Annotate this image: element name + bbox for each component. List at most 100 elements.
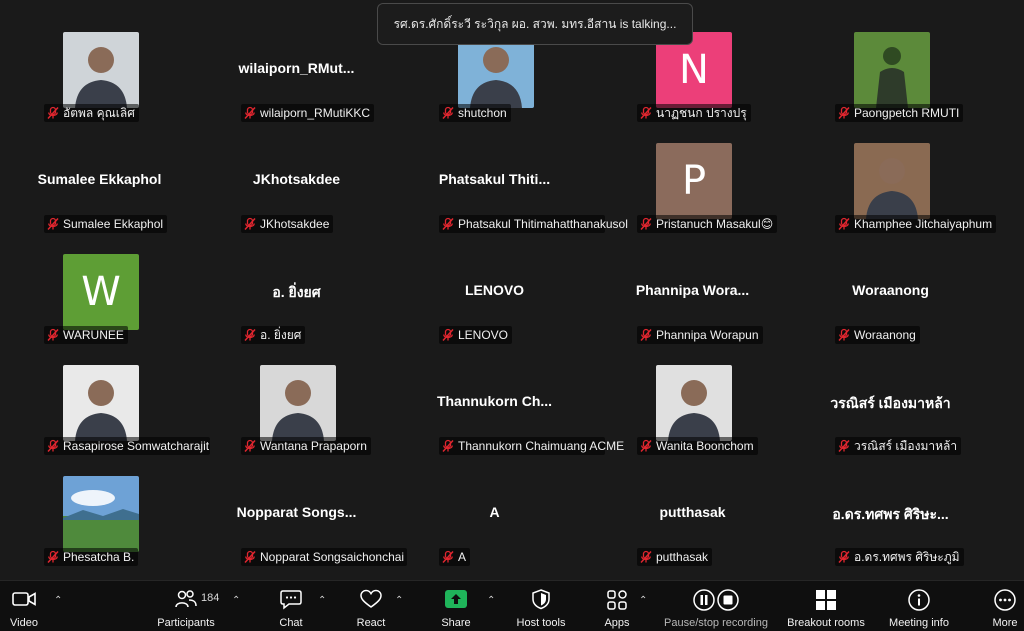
participant-name: Nopparat Songsaichonchai — [260, 550, 405, 564]
participants-label: Participants — [157, 617, 215, 629]
react-label: React — [356, 617, 386, 629]
participant-display-name: Woraanong — [852, 282, 929, 298]
participant-display-name: Sumalee Ekkaphol — [37, 171, 162, 187]
apps-button[interactable]: Apps — [598, 581, 636, 631]
participant-display-name: Thannukorn Ch... — [436, 393, 553, 409]
participant-count: 184 — [201, 592, 220, 604]
breakout-rooms-icon — [816, 590, 836, 610]
video-camera-icon — [12, 592, 36, 606]
participant-tile[interactable]: JKhotsakdee JKhotsakdee — [198, 111, 395, 233]
participant-tile[interactable]: Thannukorn Ch... Thannukorn Chaimuang ACM… — [396, 333, 624, 455]
host-tools-button[interactable]: Host tools — [512, 581, 570, 631]
chat-options-caret[interactable]: ⌃ — [318, 595, 326, 606]
participant-tile[interactable]: อ. ยิ่งยศ อ. ยิ่งยศ — [198, 222, 395, 344]
participant-name: Phesatcha B. — [63, 550, 135, 564]
participant-tile[interactable]: Rasapirose Somwatcharajit — [1, 333, 210, 455]
participant-tile[interactable]: W WARUNEE — [1, 222, 198, 344]
pause-stop-recording-icon — [693, 589, 739, 611]
meeting-info-label: Meeting info — [889, 617, 949, 629]
meeting-toolbar: Video ⌃ Participants 184 ⌃ Chat ⌃ React … — [0, 580, 1024, 631]
participant-tile[interactable]: Wantana Prapaporn — [198, 333, 395, 455]
participant-photo — [854, 143, 930, 219]
apps-icon — [607, 590, 627, 610]
mic-muted-icon — [639, 550, 653, 564]
participant-tile[interactable]: Paongpetch RMUTI — [792, 0, 989, 122]
participant-tile[interactable]: Woraanong Woraanong — [792, 222, 989, 344]
participant-photo — [854, 32, 930, 108]
participant-name-label: A — [439, 548, 471, 566]
share-options-caret[interactable]: ⌃ — [487, 595, 495, 606]
more-button[interactable]: More — [986, 581, 1024, 631]
participant-display-name: putthasak — [659, 504, 726, 520]
participant-photo — [63, 476, 139, 552]
participant-display-name: JKhotsakdee — [252, 171, 341, 187]
host-tools-label: Host tools — [516, 617, 566, 629]
apps-options-caret[interactable]: ⌃ — [639, 595, 647, 606]
participant-display-name: A — [489, 504, 500, 520]
participant-initial-avatar: W — [63, 254, 139, 330]
participant-tile[interactable]: Nopparat Songs... Nopparat Songsaichoncha… — [198, 444, 407, 566]
mic-muted-icon — [243, 550, 257, 564]
participant-tile[interactable]: LENOVO LENOVO — [396, 222, 593, 344]
active-speaker-banner: รศ.ดร.ศักดิ์ระวี ระวิกุล ผอ. สวพ. มทร.อี… — [377, 3, 693, 45]
info-icon — [908, 589, 930, 611]
share-label: Share — [441, 617, 471, 629]
recording-label: Pause/stop recording — [664, 617, 768, 629]
breakout-rooms-button[interactable]: Breakout rooms — [782, 581, 870, 631]
more-dots-icon — [994, 589, 1016, 611]
participant-name-label: Phesatcha B. — [44, 548, 139, 566]
breakout-rooms-label: Breakout rooms — [787, 617, 865, 629]
participant-tile[interactable]: Phatsakul Thiti... Phatsakul Thitimahatth… — [396, 111, 628, 233]
share-screen-icon — [445, 590, 467, 608]
participants-options-caret[interactable]: ⌃ — [232, 595, 240, 606]
meeting-info-button[interactable]: Meeting info — [884, 581, 954, 631]
video-button[interactable]: Video — [0, 581, 48, 631]
participant-display-name: อ. ยิ่งยศ — [272, 284, 321, 300]
mic-muted-icon — [46, 550, 60, 564]
heart-icon — [360, 589, 382, 608]
chat-icon — [280, 590, 302, 610]
participant-display-name: วรณิสร์ เมืองมาหล้า — [830, 395, 951, 411]
participant-tile[interactable]: AA — [396, 444, 593, 566]
participant-display-name: Phatsakul Thiti... — [438, 171, 551, 187]
participant-tile[interactable]: Phesatcha B. — [1, 444, 198, 566]
react-button[interactable]: React — [350, 581, 392, 631]
participant-photo — [260, 365, 336, 441]
participant-tile[interactable]: อัตพล คุณเลิศ — [1, 0, 198, 122]
participant-tile[interactable]: Khamphee Jitchaiyaphum — [792, 111, 997, 233]
participant-tile[interactable]: อ.ดร.ทศพร ศิริษะ... อ.ดร.ทศพร ศิริษะภูมิ — [792, 444, 989, 566]
participant-name-label: อ.ดร.ทศพร ศิริษะภูมิ — [835, 548, 964, 566]
more-label: More — [992, 617, 1018, 629]
mic-muted-icon — [837, 550, 851, 564]
participant-tile[interactable]: putthasak putthasak — [594, 444, 791, 566]
participant-name-label: Nopparat Songsaichonchai — [241, 548, 407, 566]
participant-tile[interactable]: wilaiporn_RMut... wilaiporn_RMutiKKC — [198, 0, 395, 122]
chat-button[interactable]: Chat — [270, 581, 312, 631]
participant-display-name: Phannipa Wora... — [635, 282, 750, 298]
participant-photo — [63, 32, 139, 108]
participant-tile[interactable]: Sumalee Ekkaphol Sumalee Ekkaphol — [1, 111, 198, 233]
participant-photo — [656, 365, 732, 441]
participant-name: putthasak — [656, 550, 709, 564]
apps-label: Apps — [604, 617, 630, 629]
share-button[interactable]: Share — [435, 581, 477, 631]
participant-gallery: อัตพล คุณเลิศ wilaiporn_RMut... wilaiporn_… — [0, 0, 1024, 580]
active-speaker-text: รศ.ดร.ศักดิ์ระวี ระวิกุล ผอ. สวพ. มทร.อี… — [393, 16, 677, 31]
participant-name: A — [458, 550, 467, 564]
participant-name-label: putthasak — [637, 548, 713, 566]
participant-tile[interactable]: P Pristanuch Masakul😊 — [594, 111, 791, 233]
participant-display-name: wilaiporn_RMut... — [238, 60, 355, 76]
video-label: Video — [10, 617, 38, 629]
react-options-caret[interactable]: ⌃ — [395, 595, 403, 606]
participant-name: อ.ดร.ทศพร ศิริษะภูมิ — [854, 549, 960, 564]
participant-tile[interactable]: Phannipa Wora... Phannipa Worapun — [594, 222, 791, 344]
video-options-caret[interactable]: ⌃ — [54, 595, 62, 606]
participant-tile[interactable]: Wanita Boonchom — [594, 333, 791, 455]
participant-tile[interactable]: วรณิสร์ เมืองมาหล้า วรณิสร์ เมืองมาหล้า — [792, 333, 989, 455]
mic-muted-icon — [441, 550, 455, 564]
participants-button[interactable]: Participants — [150, 581, 222, 631]
chat-label: Chat — [279, 617, 303, 629]
participant-display-name: LENOVO — [464, 282, 525, 298]
pause-stop-recording-button[interactable]: Pause/stop recording — [660, 581, 772, 631]
shield-icon — [532, 589, 550, 610]
